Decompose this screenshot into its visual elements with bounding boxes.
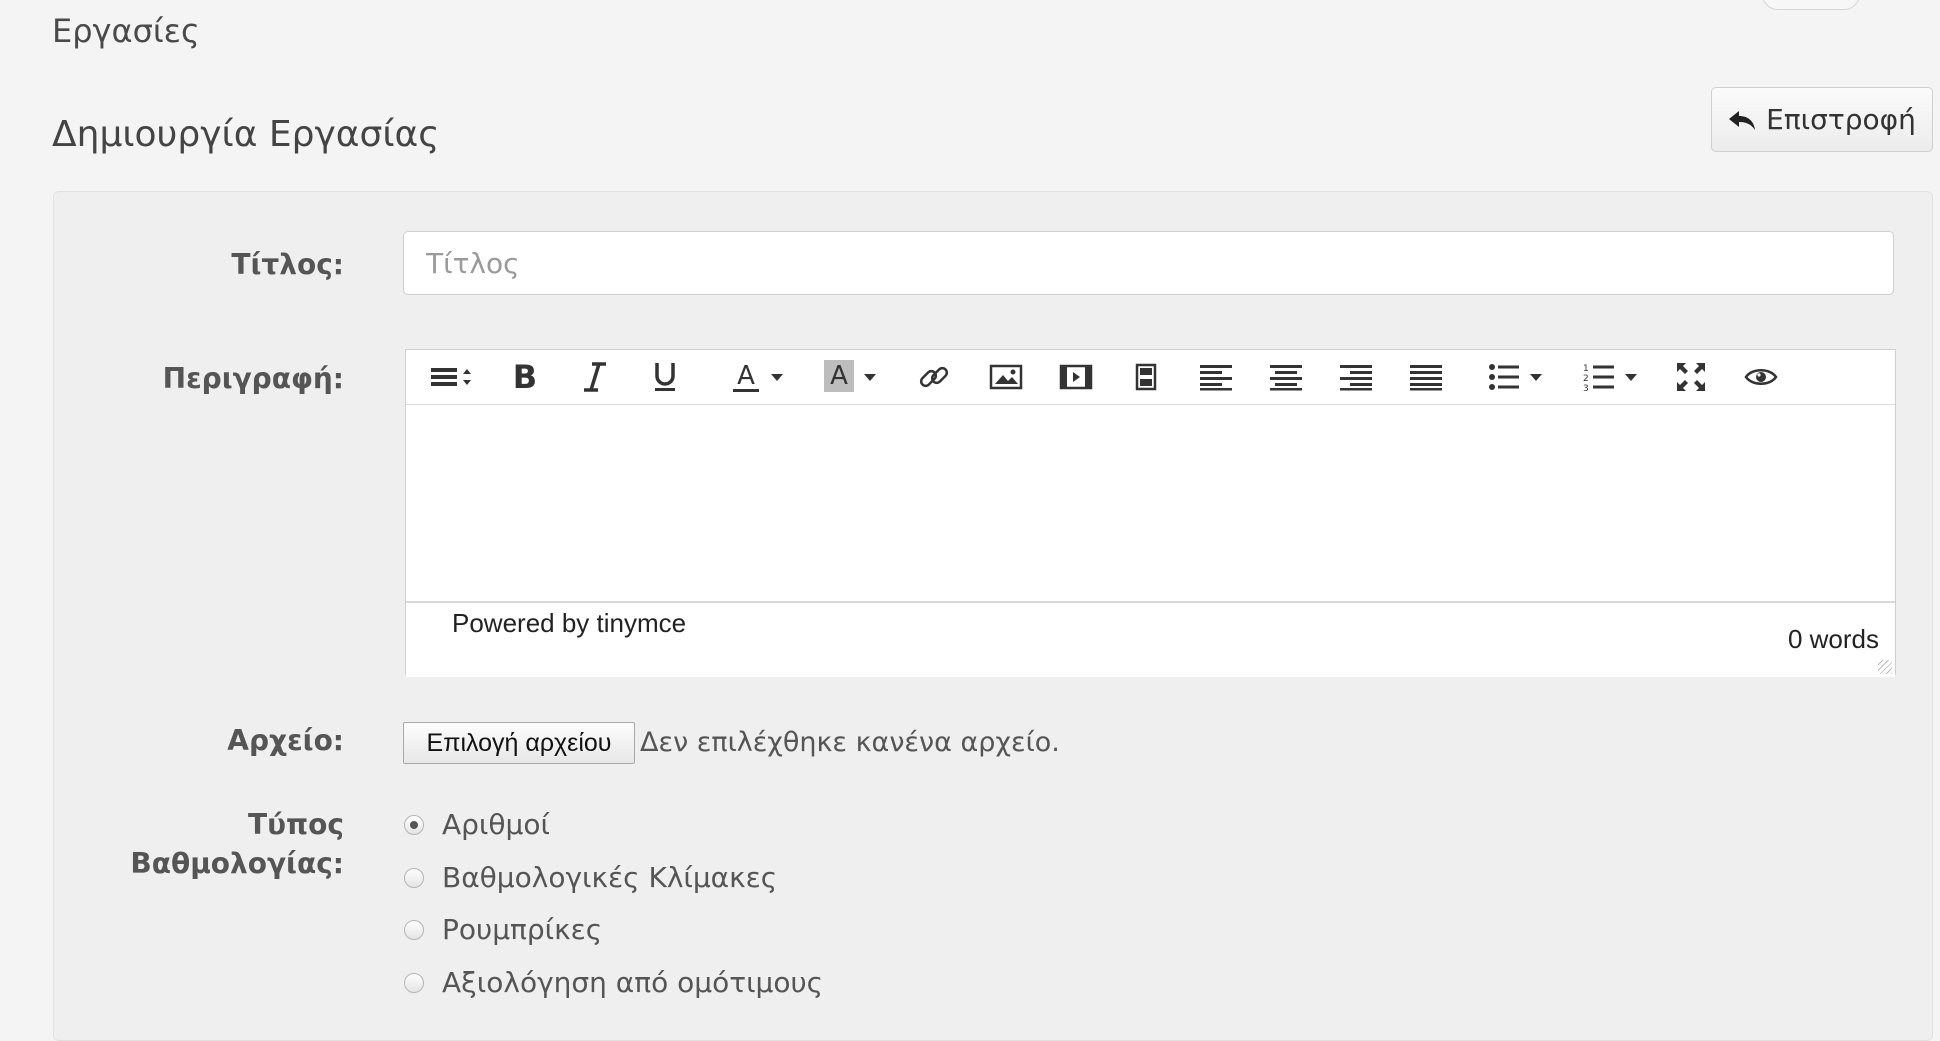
- file-status-text: Δεν επιλέχθηκε κανένα αρχείο.: [640, 727, 1060, 758]
- underline-icon[interactable]: [648, 358, 682, 396]
- fullscreen-icon[interactable]: [1671, 358, 1711, 396]
- svg-text:3: 3: [1583, 384, 1589, 392]
- grading-option-numbers[interactable]: Αριθμοί: [404, 808, 550, 841]
- top-pill-control[interactable]: [1762, 0, 1860, 10]
- media-icon[interactable]: [1056, 358, 1096, 396]
- title-label: Τίτλος:: [231, 248, 344, 281]
- section-title: Εργασίες: [52, 12, 200, 50]
- svg-text:A: A: [830, 361, 848, 391]
- bullet-list-icon[interactable]: [1481, 358, 1549, 396]
- description-label: Περιγραφή:: [162, 362, 344, 395]
- preview-icon[interactable]: [1741, 358, 1781, 396]
- text-color-caret-icon[interactable]: [771, 373, 783, 381]
- radio-button[interactable]: [404, 867, 424, 888]
- grading-option-label: Αριθμοί: [442, 808, 550, 841]
- radio-button[interactable]: [404, 972, 424, 993]
- file-label: Αρχείο:: [227, 724, 344, 757]
- resize-grip-icon[interactable]: [1878, 660, 1892, 674]
- grading-option-label: Ρουμπρίκες: [442, 913, 603, 946]
- radio-button[interactable]: [404, 919, 424, 940]
- italic-icon[interactable]: [578, 358, 612, 396]
- grading-option-label: Βαθμολογικές Κλίμακες: [442, 861, 778, 894]
- grading-option-label: Αξιολόγηση από ομότιμους: [442, 966, 824, 999]
- numbered-list-caret-icon[interactable]: [1625, 373, 1637, 381]
- align-justify-icon[interactable]: [1406, 358, 1446, 396]
- page-title: Δημιουργία Εργασίας: [52, 114, 440, 155]
- numbered-list-icon[interactable]: 123: [1576, 358, 1644, 396]
- editor-statusbar: Powered by tinymce 0 words: [406, 601, 1895, 677]
- bold-icon[interactable]: B: [508, 358, 542, 396]
- file-icon[interactable]: [1126, 358, 1166, 396]
- text-color-icon[interactable]: A: [724, 358, 790, 396]
- image-icon[interactable]: [986, 358, 1026, 396]
- format-menu-icon[interactable]: [426, 358, 476, 396]
- link-icon[interactable]: [914, 358, 954, 396]
- radio-button-selected[interactable]: [404, 814, 424, 835]
- svg-text:2: 2: [1583, 374, 1589, 384]
- grading-type-label-line2: Βαθμολογίας:: [130, 847, 344, 880]
- grading-option-scales[interactable]: Βαθμολογικές Κλίμακες: [404, 861, 777, 894]
- align-right-icon[interactable]: [1336, 358, 1376, 396]
- background-color-icon[interactable]: A: [816, 358, 884, 396]
- title-input[interactable]: [403, 231, 1894, 295]
- background-color-caret-icon[interactable]: [864, 373, 876, 381]
- powered-by-link[interactable]: Powered by tinymce: [452, 608, 686, 639]
- choose-file-button[interactable]: Επιλογή αρχείου: [403, 722, 635, 764]
- editor-content-area[interactable]: [406, 405, 1895, 601]
- align-left-icon[interactable]: [1196, 358, 1236, 396]
- svg-text:A: A: [737, 361, 755, 391]
- align-center-icon[interactable]: [1266, 358, 1306, 396]
- bullet-list-caret-icon[interactable]: [1530, 373, 1542, 381]
- rich-text-editor: B A A 1 2 3 Powered by tinymce 0 words: [405, 349, 1896, 677]
- grading-type-label-line1: Τύπος: [248, 808, 344, 841]
- editor-toolbar: B A A 1 2 3: [406, 350, 1895, 405]
- grading-option-peer-review[interactable]: Αξιολόγηση από ομότιμους: [404, 966, 823, 999]
- reply-arrow-icon: [1729, 110, 1756, 130]
- word-count: 0 words: [1787, 624, 1879, 654]
- svg-text:1: 1: [1583, 364, 1589, 374]
- back-button-label: Επιστροφή: [1766, 103, 1916, 136]
- grading-option-rubrics[interactable]: Ρουμπρίκες: [404, 913, 602, 946]
- back-button[interactable]: Επιστροφή: [1711, 87, 1933, 152]
